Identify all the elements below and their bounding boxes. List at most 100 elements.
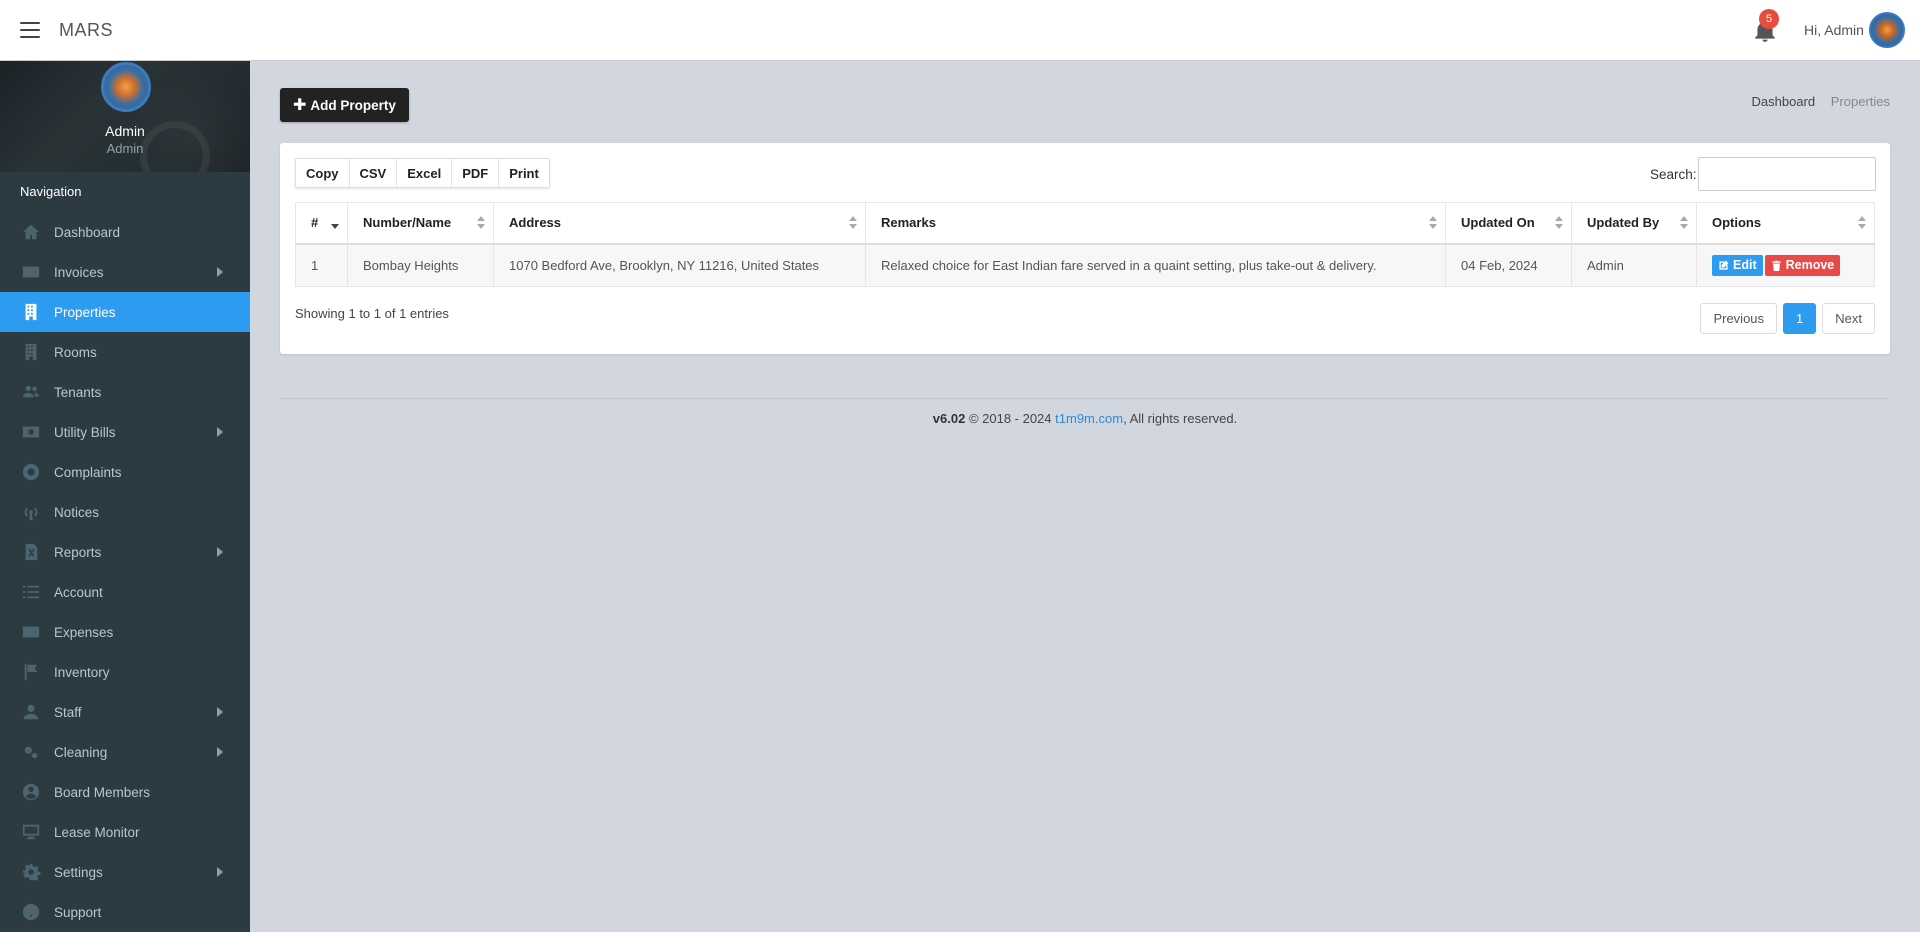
cell-name: Bombay Heights [347,243,494,287]
print-button[interactable]: Print [499,159,549,187]
sidebar-user-panel: Admin Admin [0,61,250,172]
user-greeting[interactable]: Hi, Admin [1804,22,1864,38]
footer-divider [280,398,1890,399]
table-header-row: # Number/Name Address Remarks Updated On… [295,202,1875,245]
broadcast-icon [20,503,42,521]
sidebar-item-notices[interactable]: Notices [0,492,250,532]
money-bill-icon [20,423,42,441]
edit-button[interactable]: Edit [1712,254,1763,276]
breadcrumb-separator [1821,94,1825,109]
user-avatar[interactable] [1869,12,1905,48]
sidebar-item-cleaning[interactable]: Cleaning [0,732,250,772]
sort-icon [849,216,857,230]
pdf-button[interactable]: PDF [452,159,500,187]
add-property-label: Add Property [310,97,396,113]
desktop-icon [20,823,42,841]
pagination: Previous 1 Next [1700,303,1875,334]
sidebar-item-lease-monitor[interactable]: Lease Monitor [0,812,250,852]
column-header-address[interactable]: Address [493,202,866,245]
cell-updated-on: 04 Feb, 2024 [1445,243,1572,287]
add-property-button[interactable]: ✚ Add Property [280,88,409,122]
table-row: 1 Bombay Heights 1070 Bedford Ave, Brook… [295,243,1875,287]
breadcrumb-properties: Properties [1830,94,1890,109]
sidebar-item-label: Notices [54,504,100,520]
life-ring-icon [20,463,42,481]
sidebar: Admin Admin Navigation Dashboard Invoices… [0,61,250,932]
sidebar-item-rooms[interactable]: Rooms [0,332,250,372]
sidebar-item-invoices[interactable]: Invoices [0,252,250,292]
sidebar-item-label: Cleaning [54,744,108,760]
sidebar-item-label: Support [54,904,102,920]
column-header-updated-by[interactable]: Updated By [1571,202,1697,245]
sort-icon [1429,216,1437,230]
nav-list: Dashboard Invoices Properties Rooms Tenants U… [0,212,250,932]
sidebar-item-expenses[interactable]: Expenses [0,612,250,652]
sort-icon [1858,216,1866,230]
plus-icon: ✚ [293,97,307,114]
sidebar-item-staff[interactable]: Staff [0,692,250,732]
remove-button[interactable]: Remove [1764,254,1841,276]
sidebar-item-support[interactable]: Support [0,892,250,932]
cell-remarks: Relaxed choice for East Indian fare serv… [865,243,1446,287]
column-header-options[interactable]: Options [1696,202,1875,245]
sidebar-item-tenants[interactable]: Tenants [0,372,250,412]
sidebar-item-reports[interactable]: Reports [0,532,250,572]
search-input[interactable] [1698,157,1876,191]
main-content: ✚ Add Property Dashboard Properties Copy… [250,61,1920,932]
question-circle-icon [20,903,42,921]
pagination-page-1[interactable]: 1 [1783,303,1817,334]
column-header-updated-on[interactable]: Updated On [1445,202,1572,245]
sidebar-item-label: Reports [54,544,102,560]
sidebar-item-label: Dashboard [54,224,121,240]
pagination-next[interactable]: Next [1822,303,1875,334]
gear-icon [20,863,42,881]
home-icon [20,223,42,241]
cogs-icon [20,743,42,761]
app-brand[interactable]: MARS [59,20,113,41]
user-icon [20,703,42,721]
csv-button[interactable]: CSV [349,159,398,187]
cell-number: 1 [295,243,348,287]
search-label: Search: [1650,167,1697,182]
sidebar-item-utility-bills[interactable]: Utility Bills [0,412,250,452]
building-icon [20,343,42,361]
user-circle-icon [20,783,42,801]
sidebar-item-label: Lease Monitor [54,824,140,840]
column-header-number-label: # [311,215,319,231]
top-navbar: MARS 5 Hi, Admin [0,0,1920,61]
properties-box: Copy CSV Excel PDF Print Search: # Numbe… [280,143,1890,354]
sort-icon [1680,216,1688,230]
column-header-number[interactable]: # [295,202,348,245]
sidebar-item-board-members[interactable]: Board Members [0,772,250,812]
column-header-updated-by-label: Updated By [1587,215,1660,231]
sidebar-item-complaints[interactable]: Complaints [0,452,250,492]
cell-updated-by: Admin [1571,243,1697,287]
pagination-previous[interactable]: Previous [1700,303,1778,334]
excel-button[interactable]: Excel [397,159,453,187]
cell-address: 1070 Bedford Ave, Brooklyn, NY 11216, Un… [493,243,866,287]
column-header-remarks[interactable]: Remarks [865,202,1446,245]
column-header-name-label: Number/Name [363,215,452,231]
sidebar-item-account[interactable]: Account [0,572,250,612]
footer-rights: , All rights reserved. [1123,411,1238,426]
breadcrumb-dashboard[interactable]: Dashboard [1752,94,1816,109]
footer: v6.02 © 2018 - 2024 t1m9m.com, All right… [280,411,1890,426]
sort-icon [1555,216,1563,230]
sidebar-item-dashboard[interactable]: Dashboard [0,212,250,252]
sidebar-user-name: Admin [105,123,145,139]
sidebar-item-label: Account [54,584,103,600]
sidebar-item-properties[interactable]: Properties [0,292,250,332]
sidebar-item-label: Utility Bills [54,424,116,440]
copy-button[interactable]: Copy [296,159,350,187]
hamburger-menu-icon[interactable] [20,22,40,38]
sidebar-item-inventory[interactable]: Inventory [0,652,250,692]
sidebar-item-label: Expenses [54,624,114,640]
chevron-right-icon [217,707,223,717]
footer-link[interactable]: t1m9m.com [1055,411,1123,426]
column-header-name[interactable]: Number/Name [347,202,494,245]
flag-icon [20,663,42,681]
sidebar-item-settings[interactable]: Settings [0,852,250,892]
export-button-group: Copy CSV Excel PDF Print [295,158,550,188]
sidebar-item-label: Settings [54,864,103,880]
sidebar-avatar [101,62,151,112]
